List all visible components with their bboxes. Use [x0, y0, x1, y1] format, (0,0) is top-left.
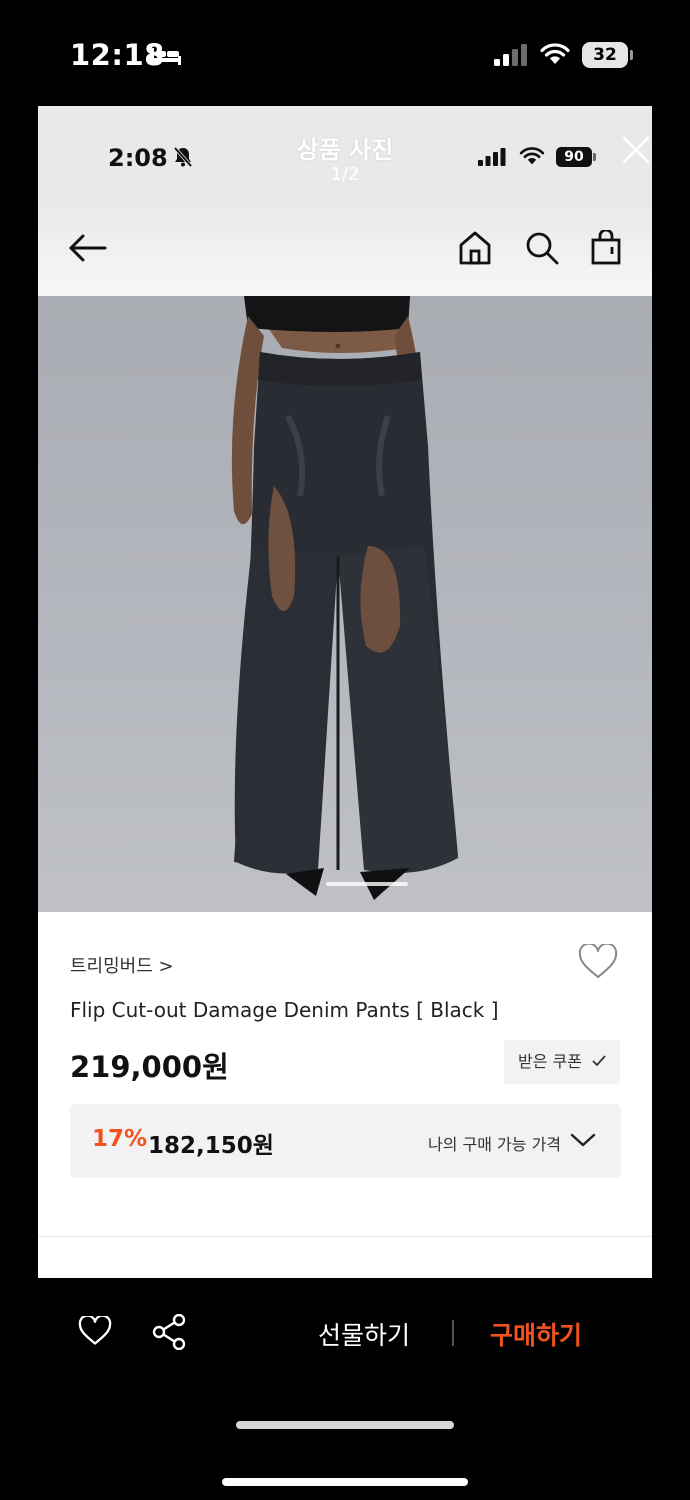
close-icon[interactable]: [620, 134, 652, 166]
outer-status-bar: 12:18 32: [0, 0, 690, 106]
silent-bell-icon: [173, 146, 193, 168]
battery-indicator: 32: [582, 42, 628, 68]
heart-icon[interactable]: [578, 944, 618, 980]
shopping-bag-icon[interactable]: [590, 230, 622, 266]
product-name: Flip Cut-out Damage Denim Pants [ Black …: [70, 998, 499, 1022]
received-coupon-button[interactable]: 받은 쿠폰: [504, 1040, 620, 1084]
section-divider: [38, 1236, 652, 1237]
action-separator: [452, 1320, 454, 1346]
product-price: 219,000원: [70, 1050, 229, 1084]
bottom-heart-icon[interactable]: [78, 1316, 112, 1346]
gift-button[interactable]: 선물하기: [318, 1316, 410, 1352]
home-indicator[interactable]: [222, 1478, 468, 1486]
inner-cellular-signal-icon: [478, 148, 506, 166]
discounted-price: 182,150원: [148, 1133, 274, 1159]
wifi-icon: [540, 43, 570, 64]
coupon-label: 받은 쿠폰: [518, 1052, 582, 1071]
inner-home-indicator: [236, 1421, 454, 1429]
check-icon: [592, 1055, 606, 1067]
brand-link[interactable]: 트리밍버드 >: [70, 952, 174, 978]
denim-pants-illustration: [231, 296, 458, 900]
inner-wifi-icon: [519, 147, 545, 165]
home-icon[interactable]: [458, 230, 492, 266]
inner-battery-cap: [593, 153, 596, 161]
my-price-label: 나의 구매 가능 가격: [428, 1135, 562, 1154]
product-photo[interactable]: [38, 296, 652, 912]
back-arrow-icon[interactable]: [68, 232, 108, 264]
inner-battery-indicator: 90: [556, 147, 592, 167]
buy-button[interactable]: 구매하기: [490, 1316, 582, 1352]
inner-status-time: 2:08: [108, 144, 168, 172]
product-screenshot-panel: 2:08 90 상품 사진 1/2 트리밍버드 > Flip Cut-out D…: [38, 106, 652, 1278]
image-scroll-indicator: [326, 882, 408, 886]
sleep-focus-icon: [151, 48, 181, 65]
cellular-signal-icon: [494, 44, 527, 66]
discount-rate: 17%: [92, 1126, 148, 1152]
battery-cap: [630, 50, 633, 60]
share-icon[interactable]: [152, 1314, 186, 1350]
photo-viewer-title: 상품 사진: [296, 136, 394, 164]
my-purchase-price-box[interactable]: 17% 182,150원 나의 구매 가능 가격: [70, 1104, 621, 1178]
search-icon[interactable]: [524, 230, 560, 266]
photo-counter: 1/2: [330, 164, 360, 185]
chevron-down-icon: [570, 1133, 596, 1147]
